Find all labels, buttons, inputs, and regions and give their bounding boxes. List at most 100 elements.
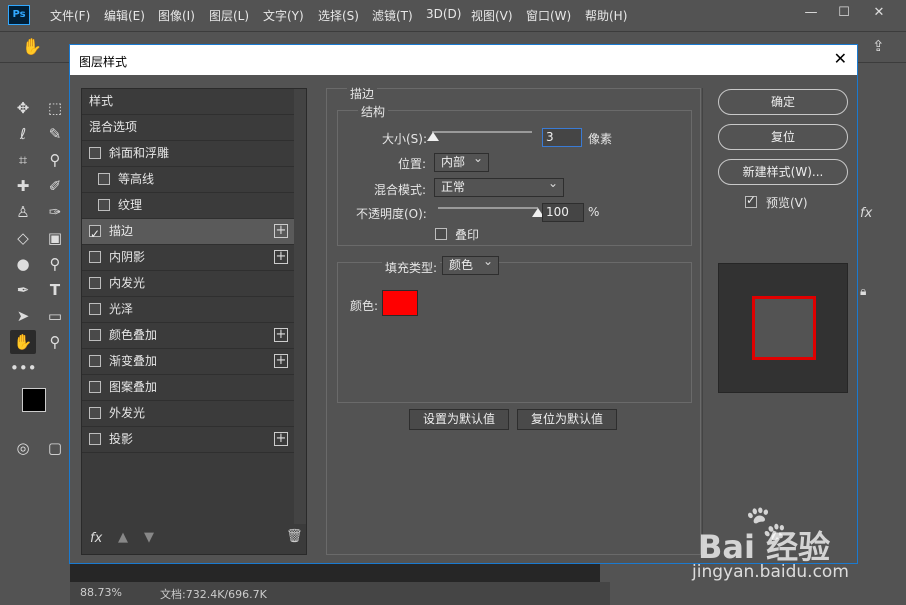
add-drop-shadow-icon[interactable]: + [274,432,288,446]
style-inner-glow[interactable]: 内发光 [82,271,294,297]
stroke-checkbox[interactable] [89,222,101,247]
type-tool-icon[interactable]: T [42,278,68,302]
overprint-checkbox[interactable] [435,228,447,240]
drop-shadow-checkbox[interactable] [89,433,101,445]
more-tools-icon[interactable]: ••• [10,356,37,380]
menu-type[interactable]: 文字(Y) [263,7,304,24]
rectangle-tool-icon[interactable]: ▭ [42,304,68,328]
style-stroke[interactable]: 描边 + [82,219,294,247]
fx-menu-icon[interactable]: fx [90,531,102,546]
add-stroke-icon[interactable]: + [274,224,288,238]
tools-panel: ✥ ⬚ ℓ ✎ ⌗ ⚲ ✚ ✐ ♙ ✑ ◇ ▣ ● ⚲ ✒ T ➤ ▭ ✋ ⚲ … [0,66,70,586]
inner-shadow-checkbox[interactable] [89,251,101,263]
preview-checkbox[interactable] [745,193,757,208]
reset-default-button[interactable]: 复位为默认值 [517,409,617,430]
opacity-slider-track[interactable] [438,207,538,209]
menu-window[interactable]: 窗口(W) [526,7,571,24]
drop-shadow-label: 投影 [109,432,134,446]
minimize-icon[interactable]: — [800,4,822,22]
healing-brush-icon[interactable]: ✚ [10,174,36,198]
move-down-icon[interactable]: ▼ [144,530,154,545]
inner-glow-label: 内发光 [109,276,146,290]
menu-edit[interactable]: 编辑(E) [104,7,145,24]
texture-checkbox[interactable] [98,199,110,211]
style-gradient-overlay[interactable]: 渐变叠加 + [82,349,294,375]
gradient-tool-icon[interactable]: ▣ [42,226,68,250]
blur-tool-icon[interactable]: ● [10,252,36,276]
hand-tool-icon[interactable]: ✋ [22,37,42,56]
menu-3d[interactable]: 3D(D) [426,7,461,21]
close-window-icon[interactable]: ✕ [868,4,890,22]
gradient-overlay-checkbox[interactable] [89,355,101,367]
satin-checkbox[interactable] [89,303,101,315]
share-icon[interactable]: ⇪ [872,37,885,55]
new-style-button[interactable]: 新建样式(W)... [718,159,848,185]
style-outer-glow[interactable]: 外发光 [82,401,294,427]
pen-tool-icon[interactable]: ✒ [10,278,36,302]
menu-view[interactable]: 视图(V) [471,7,513,24]
crop-tool-icon[interactable]: ⌗ [10,148,36,172]
style-color-overlay[interactable]: 颜色叠加 + [82,323,294,349]
ok-button[interactable]: 确定 [718,89,848,115]
pattern-overlay-checkbox[interactable] [89,381,101,393]
styles-header[interactable]: 样式 [82,89,294,115]
eyedropper-icon[interactable]: ⚲ [42,148,68,172]
quick-mask-icon[interactable]: ◎ [10,436,36,460]
blending-options-label: 混合选项 [89,120,138,134]
dodge-tool-icon[interactable]: ⚲ [42,252,68,276]
foreground-color-swatch[interactable] [22,388,46,412]
trash-icon[interactable]: 🗑︎ [286,529,303,544]
move-tool-icon[interactable]: ✥ [10,96,36,120]
outer-glow-checkbox[interactable] [89,407,101,419]
close-icon[interactable]: ✕ [834,49,847,68]
marquee-tool-icon[interactable]: ⬚ [42,96,68,120]
menu-image[interactable]: 图像(I) [158,7,195,24]
maximize-icon[interactable]: ☐ [833,4,855,22]
style-list-scrollbar[interactable] [294,89,306,524]
style-contour[interactable]: 等高线 [82,167,294,193]
opacity-input[interactable]: 100 [542,203,584,222]
menu-select[interactable]: 选择(S) [318,7,359,24]
menu-layer[interactable]: 图层(L) [209,7,249,24]
position-select[interactable]: 内部 [434,150,489,172]
size-slider-track[interactable] [432,131,532,133]
brush-tool-icon[interactable]: ✐ [42,174,68,198]
menu-file[interactable]: 文件(F) [50,7,90,24]
contour-checkbox[interactable] [98,173,110,185]
style-texture[interactable]: 纹理 [82,193,294,219]
style-satin[interactable]: 光泽 [82,297,294,323]
size-input[interactable]: 3 [542,128,582,147]
hand-tool-icon[interactable]: ✋ [10,330,36,354]
add-inner-shadow-icon[interactable]: + [274,250,288,264]
set-default-button[interactable]: 设置为默认值 [409,409,509,430]
inner-glow-checkbox[interactable] [89,277,101,289]
blending-options[interactable]: 混合选项 [82,115,294,141]
screen-mode-icon[interactable]: ▢ [42,436,68,460]
blend-mode-select[interactable]: 正常 [434,175,564,197]
lasso-tool-icon[interactable]: ℓ [10,122,36,146]
move-up-icon[interactable]: ▲ [118,530,128,545]
quick-select-icon[interactable]: ✎ [42,122,68,146]
layer-style-dialog: 图层样式 ✕ 样式 混合选项 斜面和浮雕 等高线 纹理 描边 + 内阴影 [69,44,858,564]
menu-filter[interactable]: 滤镜(T) [372,7,413,24]
divider [702,88,703,555]
eraser-tool-icon[interactable]: ◇ [10,226,36,250]
reset-button[interactable]: 复位 [718,124,848,150]
zoom-level[interactable]: 88.73% [80,586,122,599]
fill-type-select[interactable]: 颜色 [442,253,499,275]
style-inner-shadow[interactable]: 内阴影 + [82,245,294,271]
bevel-emboss-checkbox[interactable] [89,147,101,159]
stroke-color-swatch[interactable] [382,290,418,316]
stamp-tool-icon[interactable]: ♙ [10,200,36,224]
style-pattern-overlay[interactable]: 图案叠加 [82,375,294,401]
menu-help[interactable]: 帮助(H) [585,7,627,24]
add-color-overlay-icon[interactable]: + [274,328,288,342]
path-select-icon[interactable]: ➤ [10,304,36,328]
add-gradient-overlay-icon[interactable]: + [274,354,288,368]
style-bevel-emboss[interactable]: 斜面和浮雕 [82,141,294,167]
zoom-tool-icon[interactable]: ⚲ [42,330,68,354]
color-overlay-checkbox[interactable] [89,329,101,341]
size-slider-thumb[interactable] [427,132,439,141]
style-drop-shadow[interactable]: 投影 + [82,427,294,453]
history-brush-icon[interactable]: ✑ [42,200,68,224]
